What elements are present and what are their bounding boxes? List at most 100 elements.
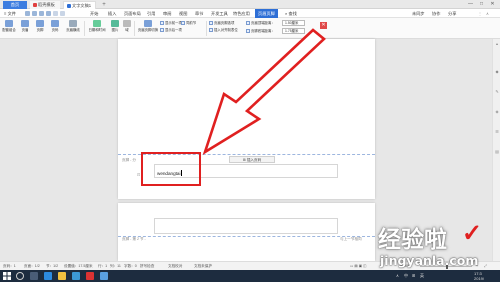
tab-document-label: 文字文稿1	[72, 3, 92, 8]
header-line-button[interactable]: 页眉横线	[64, 19, 82, 38]
footer-bottom-distance-label: 页脚底端距离：	[246, 28, 275, 34]
bottom-distance-icon	[246, 29, 250, 33]
windows-start-icon[interactable]	[3, 272, 11, 280]
tab-templates-label: 稻壳模板	[38, 2, 55, 7]
show-next-label: 显示后一项	[165, 28, 182, 32]
more-icon[interactable]: ⋮	[478, 9, 482, 18]
collapse-ribbon-icon[interactable]: ∧	[486, 9, 489, 18]
sync-status[interactable]: 未同步	[412, 9, 425, 18]
menu-review[interactable]: 审阅	[163, 9, 171, 18]
page-2-header-area[interactable]	[154, 218, 338, 234]
menu-file-label: 文件	[7, 11, 16, 16]
task-view-icon[interactable]	[30, 272, 38, 280]
menu-header-footer[interactable]: 页眉页脚	[255, 9, 278, 18]
menu-features[interactable]: 特色应用	[233, 9, 250, 18]
footer-label: 页脚	[36, 28, 44, 32]
page-2-footer-boundary-line	[118, 236, 375, 237]
header-label: 页眉	[21, 28, 29, 32]
print-icon[interactable]	[39, 11, 44, 16]
ribbon: 配套组合 页眉 页脚 页码 页眉横线 日期和时间 图片 域 页眉页脚切换 显示前…	[0, 18, 500, 39]
tab-templates[interactable]: 稻壳模板	[30, 1, 60, 9]
close-header-footer-button[interactable]: ✕	[320, 22, 327, 29]
tray-expand-icon[interactable]: ∧	[396, 273, 399, 278]
watermark-logo-text: 经验啦	[378, 227, 447, 253]
page-number-label: 页码	[51, 28, 59, 32]
insert-page-number-button[interactable]: ⊞ 插入页码	[229, 156, 275, 163]
options-label: 页眉页脚选项	[214, 21, 235, 25]
tray-clock-date[interactable]: 2019/	[474, 276, 484, 281]
file-explorer-icon[interactable]	[58, 272, 66, 280]
page-number-button[interactable]: 页码	[48, 19, 62, 38]
menu-developer[interactable]: 开发工具	[211, 9, 228, 18]
scroll-up-icon[interactable]: ▴	[494, 41, 500, 47]
tool-icon-4[interactable]: ▤	[494, 149, 500, 155]
field-button[interactable]: 域	[122, 19, 132, 38]
datetime-button[interactable]: 日期和时间	[87, 19, 107, 38]
combo-button[interactable]: 配套组合	[2, 19, 16, 38]
tray-ime-en[interactable]: 英	[420, 273, 424, 279]
search-menu[interactable]: ⌕ 查找	[285, 9, 297, 18]
windows-taskbar: ∧ 中 ⊞ 英 17:3 2019/	[0, 270, 500, 282]
tool-icon-3[interactable]: ☰	[494, 129, 500, 135]
vertical-scrollbar[interactable]: ▴ ◆ ✎ ◈ ☰ ▤	[492, 39, 500, 261]
insert-align-tab-button[interactable]: 插入对齐制表位	[209, 27, 238, 33]
tray-network-icon[interactable]: ⊞	[412, 273, 415, 278]
title-bar: 首页 稻壳模板 文字文稿1 + — □ ✕	[0, 0, 500, 9]
close-window-button[interactable]: ✕	[487, 0, 498, 9]
header-icon	[21, 20, 29, 27]
menu-insert[interactable]: 插入	[108, 9, 116, 18]
menu-home[interactable]: 开始	[90, 9, 98, 18]
same-as-previous-button[interactable]: 同前节	[181, 20, 196, 26]
picture-icon	[111, 20, 119, 27]
header-line-label: 页眉横线	[66, 28, 80, 32]
header-top-distance-label: 页眉顶端距离：	[246, 20, 275, 26]
field-icon	[123, 20, 131, 27]
edge-browser-icon[interactable]	[44, 272, 52, 280]
menu-references[interactable]: 引用	[147, 9, 155, 18]
header-button[interactable]: 页眉	[18, 19, 32, 38]
previous-icon	[160, 21, 164, 25]
footer-bottom-distance-input[interactable]: 1.75厘米	[282, 28, 305, 34]
same-as-previous-label: 同前节	[186, 21, 197, 25]
menu-file[interactable]: ≡ 文件	[4, 9, 16, 18]
header-footer-options-button[interactable]: 页眉页脚选项	[209, 20, 234, 26]
search-label: 查找	[288, 11, 297, 16]
search-icon[interactable]	[16, 272, 24, 280]
wps-writer-icon[interactable]	[86, 272, 94, 280]
tab-home[interactable]: 首页	[3, 1, 27, 9]
tab-document[interactable]: 文字文稿1	[63, 1, 96, 9]
app-icon[interactable]	[100, 272, 108, 280]
datetime-label: 日期和时间	[88, 28, 106, 32]
maximize-button[interactable]: □	[476, 0, 487, 9]
page-2-same-as-previous-label: 与上一节相同	[340, 237, 362, 241]
menu-view[interactable]: 视图	[179, 9, 187, 18]
preview-icon[interactable]	[46, 11, 51, 16]
switch-label: 页眉页脚切换	[137, 28, 159, 32]
tray-ime-zh[interactable]: 中	[404, 273, 408, 279]
show-previous-button[interactable]: 显示前一项	[160, 20, 182, 26]
redo-icon[interactable]	[60, 11, 65, 16]
new-tab-button[interactable]: +	[100, 1, 108, 9]
switch-header-footer-button[interactable]: 页眉页脚切换	[137, 19, 159, 38]
undo-icon[interactable]	[53, 11, 58, 16]
header-top-distance-input[interactable]: 1.50厘米	[282, 20, 305, 26]
picture-label: 图片	[111, 28, 119, 32]
tool-icon[interactable]: ✎	[494, 89, 500, 95]
export-icon[interactable]	[32, 11, 37, 16]
ribbon-separator	[206, 21, 207, 36]
link-icon	[181, 21, 185, 25]
store-icon[interactable]	[72, 272, 80, 280]
menu-chapter[interactable]: 章节	[195, 9, 203, 18]
picture-button[interactable]: 图片	[108, 19, 122, 38]
menu-page-layout[interactable]: 页面布局	[124, 9, 141, 18]
footer-button[interactable]: 页脚	[33, 19, 47, 38]
select-browse-icon[interactable]: ◆	[494, 69, 500, 75]
save-icon[interactable]	[25, 11, 30, 16]
combo-icon	[5, 20, 13, 27]
show-next-button[interactable]: 显示后一项	[160, 27, 182, 33]
tool-icon-2[interactable]: ◈	[494, 109, 500, 115]
insert-page-number-label: 插入页码	[246, 158, 262, 162]
collaborate-button[interactable]: 协作	[432, 9, 440, 18]
minimize-button[interactable]: —	[465, 0, 476, 9]
share-button[interactable]: 分享	[448, 9, 456, 18]
